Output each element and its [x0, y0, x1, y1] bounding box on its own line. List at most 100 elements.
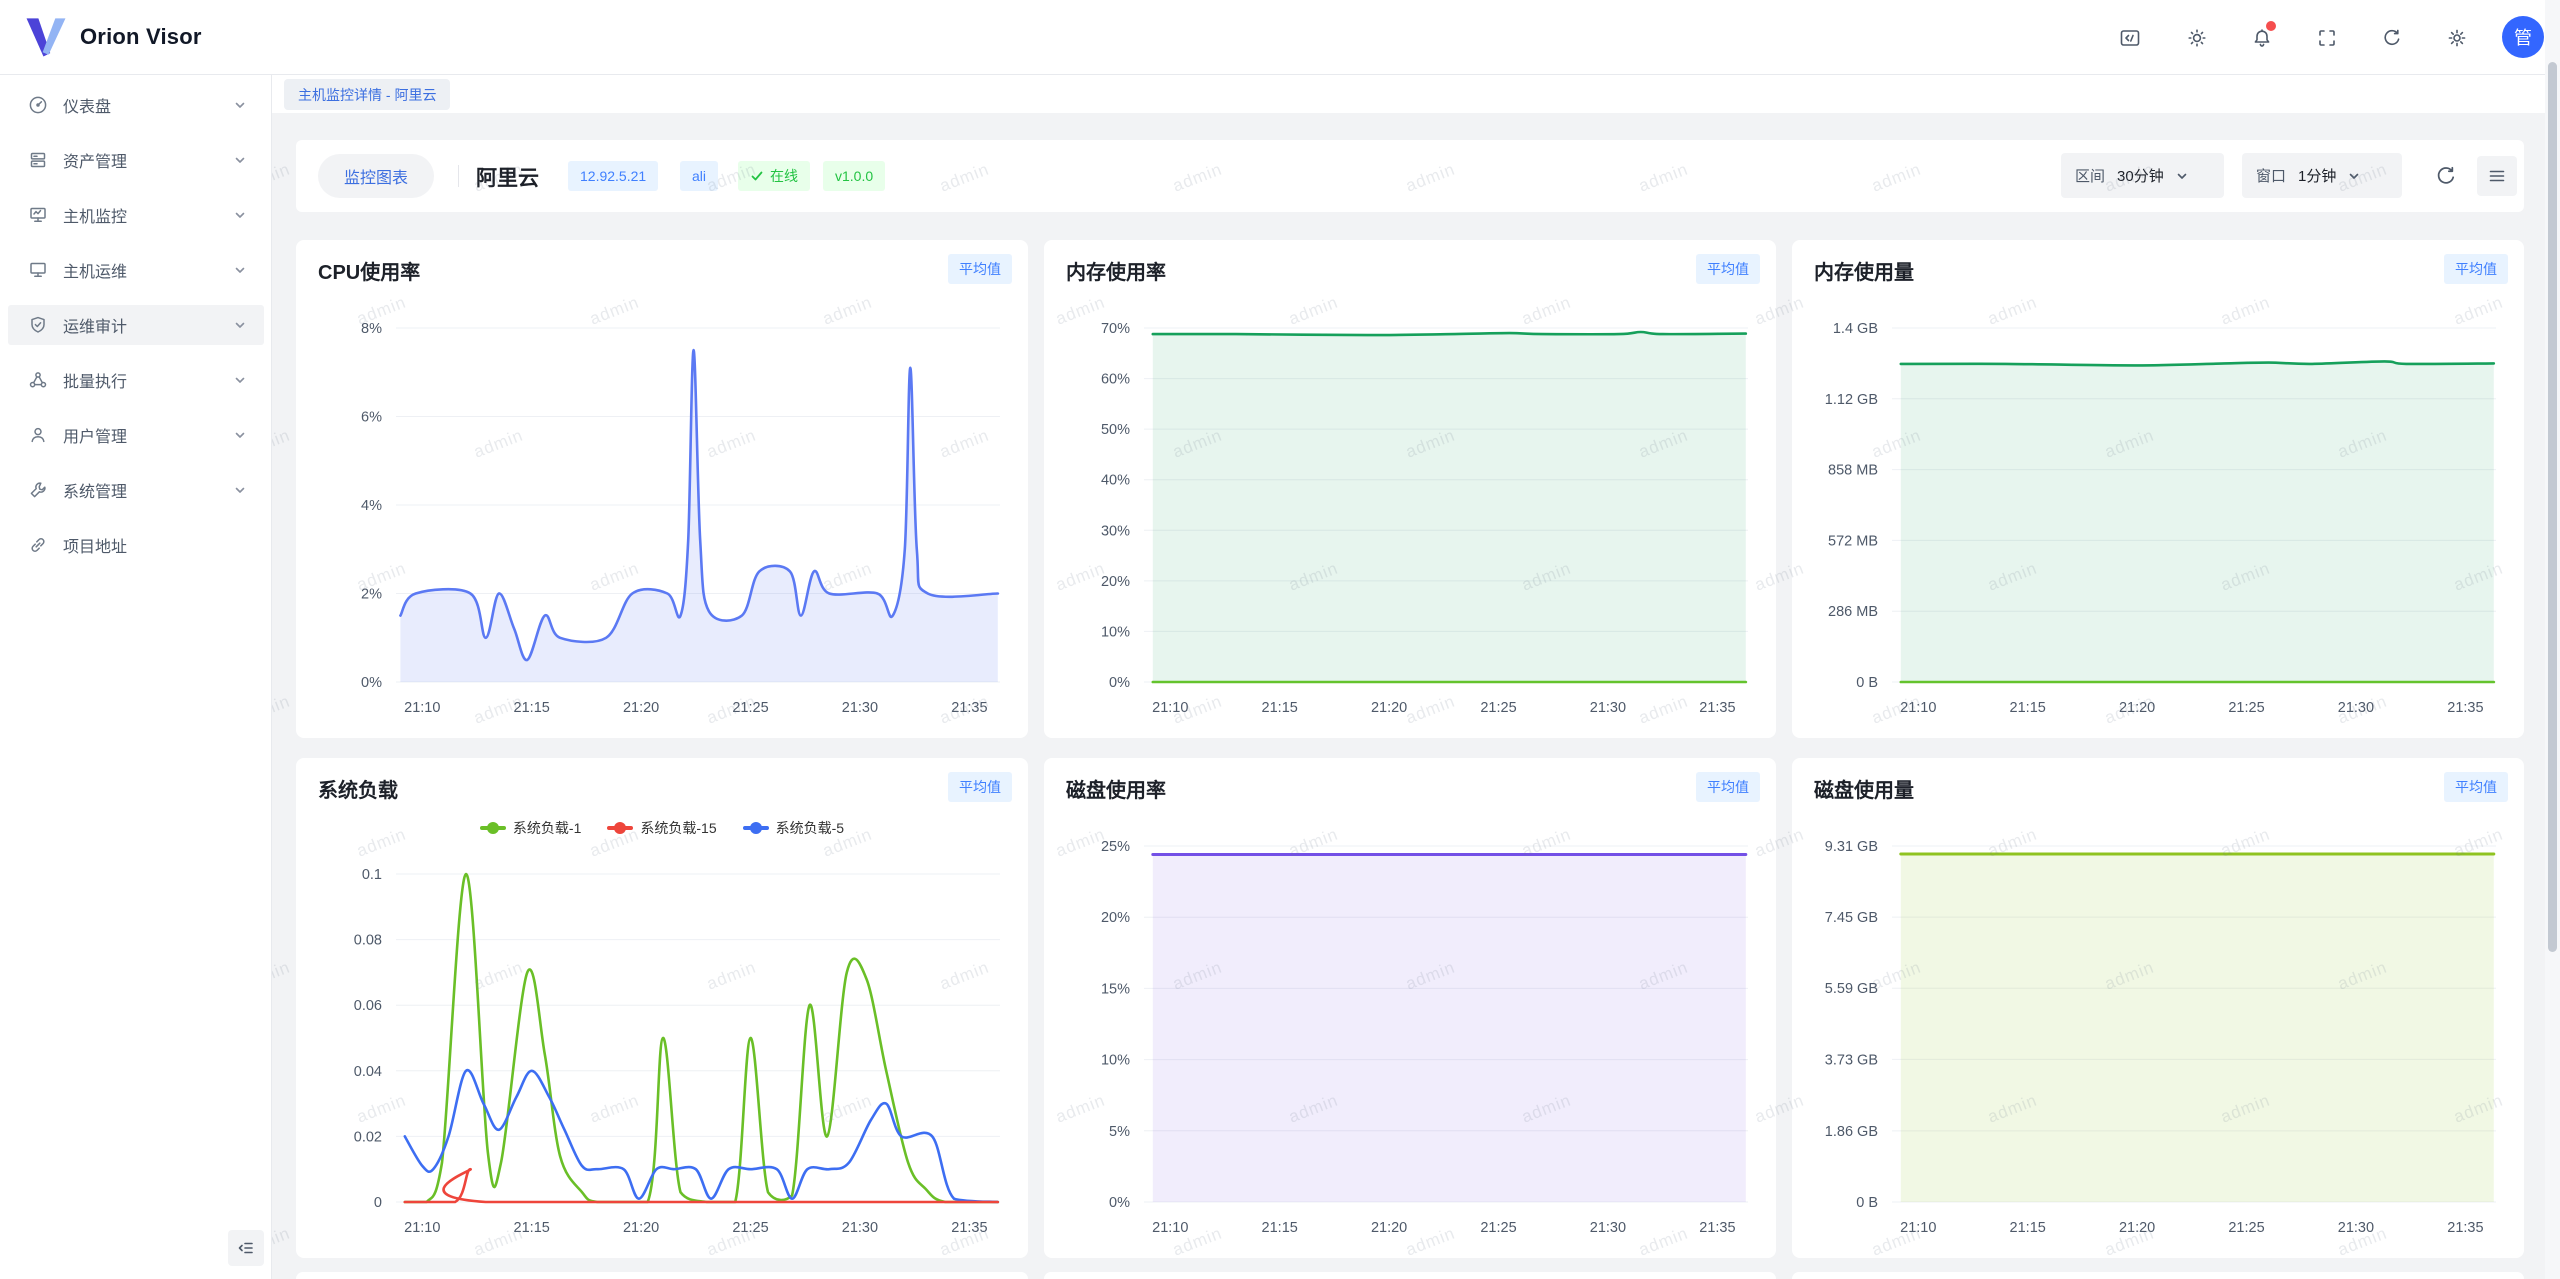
svg-text:21:35: 21:35: [951, 1220, 987, 1236]
svg-text:21:25: 21:25: [1480, 1220, 1516, 1236]
svg-text:858 MB: 858 MB: [1828, 463, 1878, 479]
svg-text:21:25: 21:25: [732, 700, 768, 716]
sidebar-item-ops-audit[interactable]: 运维审计: [8, 305, 264, 345]
svg-text:0%: 0%: [1109, 1195, 1130, 1211]
shield-check-icon: [28, 315, 48, 335]
chart-list-menu-button[interactable]: [2477, 156, 2517, 196]
svg-text:21:15: 21:15: [2010, 1220, 2046, 1236]
sidebar-item-host-ops[interactable]: 主机运维: [8, 250, 264, 290]
sidebar-item-project-link[interactable]: 项目地址: [8, 525, 264, 565]
svg-text:21:35: 21:35: [2447, 700, 2483, 716]
legend-item[interactable]: 系统负载-5: [743, 818, 844, 838]
svg-text:21:15: 21:15: [1262, 1220, 1298, 1236]
card-title: 内存使用率: [1066, 256, 1166, 285]
memory-usage-rate-chart[interactable]: 0%10%20%30%40%50%60%70%21:1021:1521:2021…: [1044, 298, 1776, 728]
svg-text:6%: 6%: [361, 410, 382, 426]
breadcrumb-tab[interactable]: 主机监控详情 - 阿里云: [284, 79, 450, 110]
watermark-text: admin: [272, 425, 293, 462]
legend-marker: [607, 826, 633, 830]
chevron-down-icon: [234, 209, 246, 221]
fullscreen-icon[interactable]: [2307, 18, 2347, 58]
notifications-bell-icon[interactable]: [2242, 18, 2282, 58]
breadcrumb-bar: 主机监控详情 - 阿里云: [272, 75, 2545, 113]
app-logo[interactable]: Orion Visor: [24, 16, 202, 58]
agent-version-badge: v1.0.0: [823, 161, 885, 191]
legend-item[interactable]: 系统负载-15: [607, 818, 716, 838]
disk-usage-rate-chart[interactable]: 0%5%10%15%20%25%21:1021:1521:2021:2521:3…: [1044, 816, 1776, 1248]
menu-fold-icon: [237, 1239, 255, 1257]
svg-text:21:20: 21:20: [623, 700, 659, 716]
average-badge: 平均值: [1696, 772, 1760, 802]
svg-text:20%: 20%: [1101, 574, 1130, 590]
svg-text:21:30: 21:30: [1590, 1220, 1626, 1236]
chevron-down-icon: [234, 484, 246, 496]
sidebar-item-host-monitoring[interactable]: 主机监控: [8, 195, 264, 235]
user-avatar[interactable]: 管: [2502, 16, 2544, 58]
cpu-usage-chart[interactable]: 0%2%4%6%8%21:1021:1521:2021:2521:3021:35: [296, 298, 1028, 728]
chevron-down-icon: [2348, 170, 2360, 182]
chevron-down-icon: [234, 99, 246, 111]
monitor-icon: [28, 260, 48, 280]
svg-text:572 MB: 572 MB: [1828, 533, 1878, 549]
hamburger-menu-icon: [2488, 167, 2506, 185]
next-row-card-sliver: [1792, 1272, 2524, 1279]
legend-marker-dot: [750, 822, 762, 834]
svg-text:9.31 GB: 9.31 GB: [1825, 839, 1878, 855]
legend-item[interactable]: 系统负载-1: [480, 818, 581, 838]
chevron-down-icon: [234, 429, 246, 441]
scrollbar-thumb[interactable]: [2548, 62, 2557, 952]
wrench-icon: [28, 480, 48, 500]
sidebar-item-system-mgmt[interactable]: 系统管理: [8, 470, 264, 510]
svg-text:21:15: 21:15: [1262, 700, 1298, 716]
link-icon: [28, 535, 48, 555]
sidebar-item-batch-exec[interactable]: 批量执行: [8, 360, 264, 400]
page-scrollbar[interactable]: [2545, 0, 2560, 1279]
svg-text:21:20: 21:20: [2119, 1220, 2155, 1236]
sidebar-item-assets[interactable]: 资产管理: [8, 140, 264, 180]
cluster-icon: [28, 370, 48, 390]
svg-text:40%: 40%: [1101, 473, 1130, 489]
svg-text:21:25: 21:25: [1480, 700, 1516, 716]
brightness-theme-icon[interactable]: [2177, 18, 2217, 58]
svg-text:1.12 GB: 1.12 GB: [1825, 392, 1878, 408]
status-text: 在线: [770, 166, 798, 186]
disk-usage-amount-chart[interactable]: 0 B1.86 GB3.73 GB5.59 GB7.45 GB9.31 GB21…: [1792, 816, 2524, 1248]
code-panel-icon[interactable]: [2110, 18, 2150, 58]
svg-text:2%: 2%: [361, 587, 382, 603]
svg-text:25%: 25%: [1101, 839, 1130, 855]
range-select-label: 区间: [2075, 165, 2105, 186]
memory-usage-amount-chart[interactable]: 0 B286 MB572 MB858 MB1.12 GB1.4 GB21:102…: [1792, 298, 2524, 728]
host-code-badge: ali: [680, 161, 718, 191]
system-load-chart[interactable]: 系统负载-1系统负载-15系统负载-500.020.040.060.080.12…: [296, 816, 1028, 1248]
svg-text:0.06: 0.06: [354, 998, 382, 1014]
next-row-card-sliver: [296, 1272, 1028, 1279]
legend-marker: [743, 826, 769, 830]
legend-marker: [480, 826, 506, 830]
next-row-card-sliver: [1044, 1272, 1776, 1279]
svg-text:21:30: 21:30: [2338, 700, 2374, 716]
average-badge: 平均值: [2444, 254, 2508, 284]
range-select[interactable]: 区间 30分钟: [2061, 153, 2224, 198]
sidebar-item-dashboard[interactable]: 仪表盘: [8, 85, 264, 125]
host-ip-badge: 12.92.5.21: [568, 161, 658, 191]
disk-usage-amount-card: 磁盘使用量 平均值 0 B1.86 GB3.73 GB5.59 GB7.45 G…: [1792, 758, 2524, 1258]
svg-text:21:25: 21:25: [2228, 1220, 2264, 1236]
host-name: 阿里云: [476, 162, 539, 192]
monitor-chart-tab-button[interactable]: 监控图表: [318, 154, 434, 198]
host-status-badge: 在线: [738, 161, 810, 191]
sidebar-item-label: 仪表盘: [63, 93, 219, 117]
settings-gear-icon[interactable]: [2437, 18, 2477, 58]
sidebar-item-user-mgmt[interactable]: 用户管理: [8, 415, 264, 455]
legend-marker-dot: [614, 822, 626, 834]
range-select-value: 30分钟: [2117, 165, 2164, 186]
notification-badge-dot: [2266, 21, 2276, 31]
window-select[interactable]: 窗口 1分钟: [2242, 153, 2402, 198]
sidebar-item-label: 资产管理: [63, 148, 219, 172]
svg-text:3.73 GB: 3.73 GB: [1825, 1052, 1878, 1068]
svg-text:0.04: 0.04: [354, 1064, 382, 1080]
svg-text:4%: 4%: [361, 498, 382, 514]
refresh-icon[interactable]: [2372, 18, 2412, 58]
sidebar-item-label: 系统管理: [63, 478, 219, 502]
refresh-charts-button[interactable]: [2434, 164, 2458, 188]
sidebar-collapse-button[interactable]: [228, 1230, 264, 1266]
